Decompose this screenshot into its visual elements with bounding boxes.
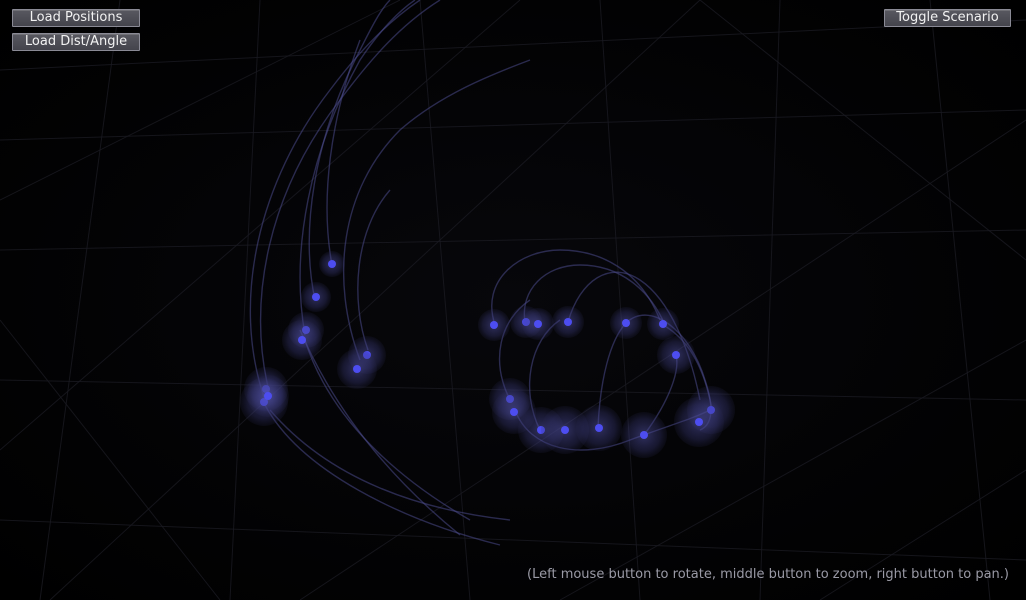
trail-line — [304, 339, 471, 521]
particle-core — [659, 320, 667, 328]
particle — [552, 306, 584, 338]
particle-trails — [249, 0, 713, 546]
help-text: (Left mouse button to rotate, middle but… — [527, 567, 1009, 582]
particle — [301, 282, 331, 312]
grid-line — [929, 0, 991, 600]
particle-core — [298, 336, 306, 344]
particle — [657, 336, 695, 374]
grid-line — [0, 319, 221, 600]
grid-line — [559, 339, 1026, 600]
load-positions-button[interactable]: Load Positions — [12, 9, 140, 27]
grid-line — [229, 0, 261, 600]
trail-line — [249, 0, 421, 401]
particle-core — [564, 318, 572, 326]
grid-line — [699, 0, 1026, 261]
particle-core — [622, 319, 630, 327]
trail-line — [264, 404, 501, 546]
load-dist-angle-button[interactable]: Load Dist/Angle — [12, 33, 140, 51]
particle-core — [312, 293, 320, 301]
grid-line — [0, 229, 1026, 251]
particle — [247, 375, 289, 417]
particle-core — [695, 418, 703, 426]
particle-core — [534, 320, 542, 328]
particles — [240, 251, 735, 458]
particle-core — [672, 351, 680, 359]
grid-line — [419, 0, 471, 600]
particle — [647, 308, 679, 340]
trail-line — [357, 189, 391, 351]
3d-viewport[interactable]: Load Positions Load Dist/Angle Toggle Sc… — [0, 0, 1026, 600]
particle-scene[interactable] — [0, 0, 1026, 600]
particle-core — [595, 424, 603, 432]
grid-line — [0, 519, 1026, 561]
particle-core — [490, 321, 498, 329]
particle — [319, 251, 345, 277]
particle — [674, 397, 724, 447]
grid-line — [759, 0, 781, 600]
particle-core — [640, 431, 648, 439]
particle — [522, 308, 554, 340]
grid-line — [599, 0, 641, 600]
particle-core — [264, 392, 272, 400]
background-grid — [0, 0, 1026, 600]
particle — [610, 307, 642, 339]
particle — [282, 320, 322, 360]
particle-core — [353, 365, 361, 373]
trail-line — [269, 409, 511, 521]
grid-line — [39, 0, 121, 600]
particle-core — [510, 408, 518, 416]
grid-line — [0, 109, 1026, 141]
grid-line — [49, 0, 701, 600]
toggle-scenario-button[interactable]: Toggle Scenario — [884, 9, 1011, 27]
particle — [478, 309, 510, 341]
particle-core — [328, 260, 336, 268]
particle — [621, 412, 667, 458]
particle — [576, 405, 622, 451]
grid-line — [0, 19, 1026, 71]
trail-line — [308, 0, 391, 301]
particle-core — [561, 426, 569, 434]
particle — [337, 349, 377, 389]
